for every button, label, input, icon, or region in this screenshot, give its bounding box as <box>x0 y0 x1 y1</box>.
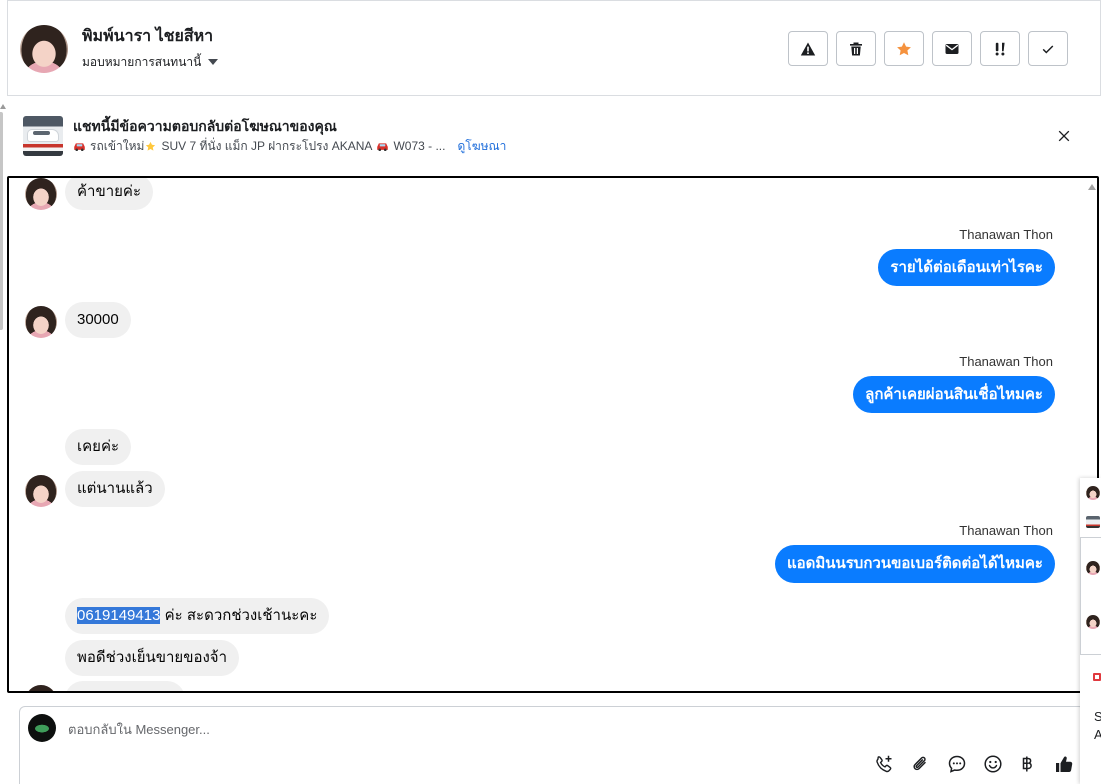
message-bubble: 0619149413 ค่ะ สะดวกช่วงเช้านะคะ <box>65 598 330 634</box>
side-panel-text: S <box>1094 709 1101 724</box>
message-bubble: ค้าขายค่ะ <box>65 178 154 210</box>
envelope-icon <box>945 43 959 54</box>
contact-avatar[interactable] <box>1086 615 1100 629</box>
mark-done-button[interactable] <box>1028 31 1068 66</box>
alert-icon <box>1093 673 1101 681</box>
follow-up-icon <box>995 42 1005 55</box>
message-bubble: แต่นานแล้ว <box>65 471 165 507</box>
star-emoji-icon <box>144 141 157 152</box>
contact-avatar <box>25 178 57 210</box>
call-button[interactable] <box>874 754 894 774</box>
attach-button[interactable] <box>910 754 930 774</box>
ad-reply-banner: แชทนี้มีข้อความตอบกลับต่อโฆษณาของคุณ รถเ… <box>7 96 1101 176</box>
emoji-button[interactable] <box>983 754 1003 774</box>
side-panel: S A <box>1080 478 1101 784</box>
ad-text-segment: W073 - ... <box>393 139 446 153</box>
spam-button[interactable] <box>788 31 828 66</box>
conversation-header: พิมพ์นารา ไชยสีหา มอบหมายการสนทนานี้ <box>7 0 1101 96</box>
reply-input[interactable] <box>68 720 568 738</box>
star-icon <box>897 41 911 55</box>
selected-phone-number[interactable]: 0619149413 <box>77 607 161 624</box>
message-thread[interactable]: ค้าขายค่ะ Thanawan Thon รายได้ต่อเดือนเท… <box>7 176 1099 693</box>
ad-thumbnail[interactable] <box>1086 516 1100 528</box>
car-window <box>33 131 50 135</box>
side-panel-text: A <box>1094 727 1101 742</box>
baht-icon <box>1022 756 1032 772</box>
header-actions <box>788 31 1068 66</box>
contact-name[interactable]: พิมพ์นารา ไชยสีหา <box>82 27 213 47</box>
chat-bubble-icon <box>948 755 966 773</box>
assign-label: มอบหมายการสนทนานี้ <box>82 55 202 69</box>
star-button[interactable] <box>884 31 924 66</box>
sender-name: Thanawan Thon <box>959 523 1053 538</box>
message-bubble: พอดีช่วงเย็นขายของจ้า <box>65 640 239 676</box>
page-avatar <box>28 714 56 742</box>
like-button[interactable] <box>1054 754 1074 774</box>
contact-avatar[interactable] <box>20 25 68 73</box>
mark-unread-button[interactable] <box>932 31 972 66</box>
contact-avatar <box>25 306 57 338</box>
contact-avatar <box>25 475 57 507</box>
check-icon <box>1042 44 1054 54</box>
left-scrollbar[interactable] <box>0 112 3 330</box>
warning-icon <box>800 42 816 55</box>
message-bubble: แอดมินนรบกวนขอเบอร์ติดต่อได้ไหมคะ <box>774 545 1055 583</box>
caret-down-icon <box>208 59 219 65</box>
trash-icon <box>850 42 862 55</box>
ad-banner-title: แชทนี้มีข้อความตอบกลับต่อโฆษณาของคุณ <box>73 118 337 134</box>
paperclip-icon <box>913 756 926 771</box>
sender-name: Thanawan Thon <box>959 227 1053 242</box>
left-scroll-up-arrow[interactable] <box>0 104 6 109</box>
message-bubble: เคยค่ะ <box>65 429 132 465</box>
reply-composer <box>19 706 1085 784</box>
thumbs-up-icon <box>1056 756 1073 772</box>
delete-button[interactable] <box>836 31 876 66</box>
payment-button[interactable] <box>1017 754 1037 774</box>
side-panel-card <box>1080 537 1101 655</box>
contact-avatar[interactable] <box>1086 561 1100 575</box>
ad-description: รถเข้าใหม่ SUV 7 ที่นั่ง แม็ก JP ฝากระโป… <box>73 138 506 154</box>
message-text: ค่ะ สะดวกช่วงเช้านะคะ <box>160 607 318 624</box>
close-icon <box>1058 130 1070 142</box>
phone-add-icon <box>876 755 892 773</box>
ad-text-segment: SUV 7 ที่นั่ง แม็ก JP ฝากระโปรง AKANA <box>161 139 373 153</box>
car-emoji-icon <box>73 141 86 152</box>
car-emoji-icon <box>376 141 389 152</box>
contact-avatar[interactable] <box>1086 486 1100 500</box>
follow-up-button[interactable] <box>980 31 1020 66</box>
contact-avatar <box>25 685 57 691</box>
assign-conversation-dropdown[interactable]: มอบหมายการสนทนานี้ <box>82 54 219 70</box>
message-bubble <box>65 681 185 691</box>
scroll-up-arrow[interactable] <box>1088 184 1096 190</box>
message-bubble: 30000 <box>65 302 131 338</box>
close-banner-button[interactable] <box>1052 124 1076 148</box>
ad-text-segment: รถเข้าใหม่ <box>90 139 145 153</box>
emoji-icon <box>984 755 1002 773</box>
message-bubble: ลูกค้าเคยผ่อนสินเชื่อไหมคะ <box>853 376 1055 413</box>
ad-thumbnail[interactable] <box>23 116 63 156</box>
saved-replies-button[interactable] <box>947 754 967 774</box>
message-bubble: รายได้ต่อเดือนเท่าไรคะ <box>878 249 1055 286</box>
view-ad-link[interactable]: ดูโฆษณา <box>457 138 506 154</box>
sender-name: Thanawan Thon <box>959 354 1053 369</box>
